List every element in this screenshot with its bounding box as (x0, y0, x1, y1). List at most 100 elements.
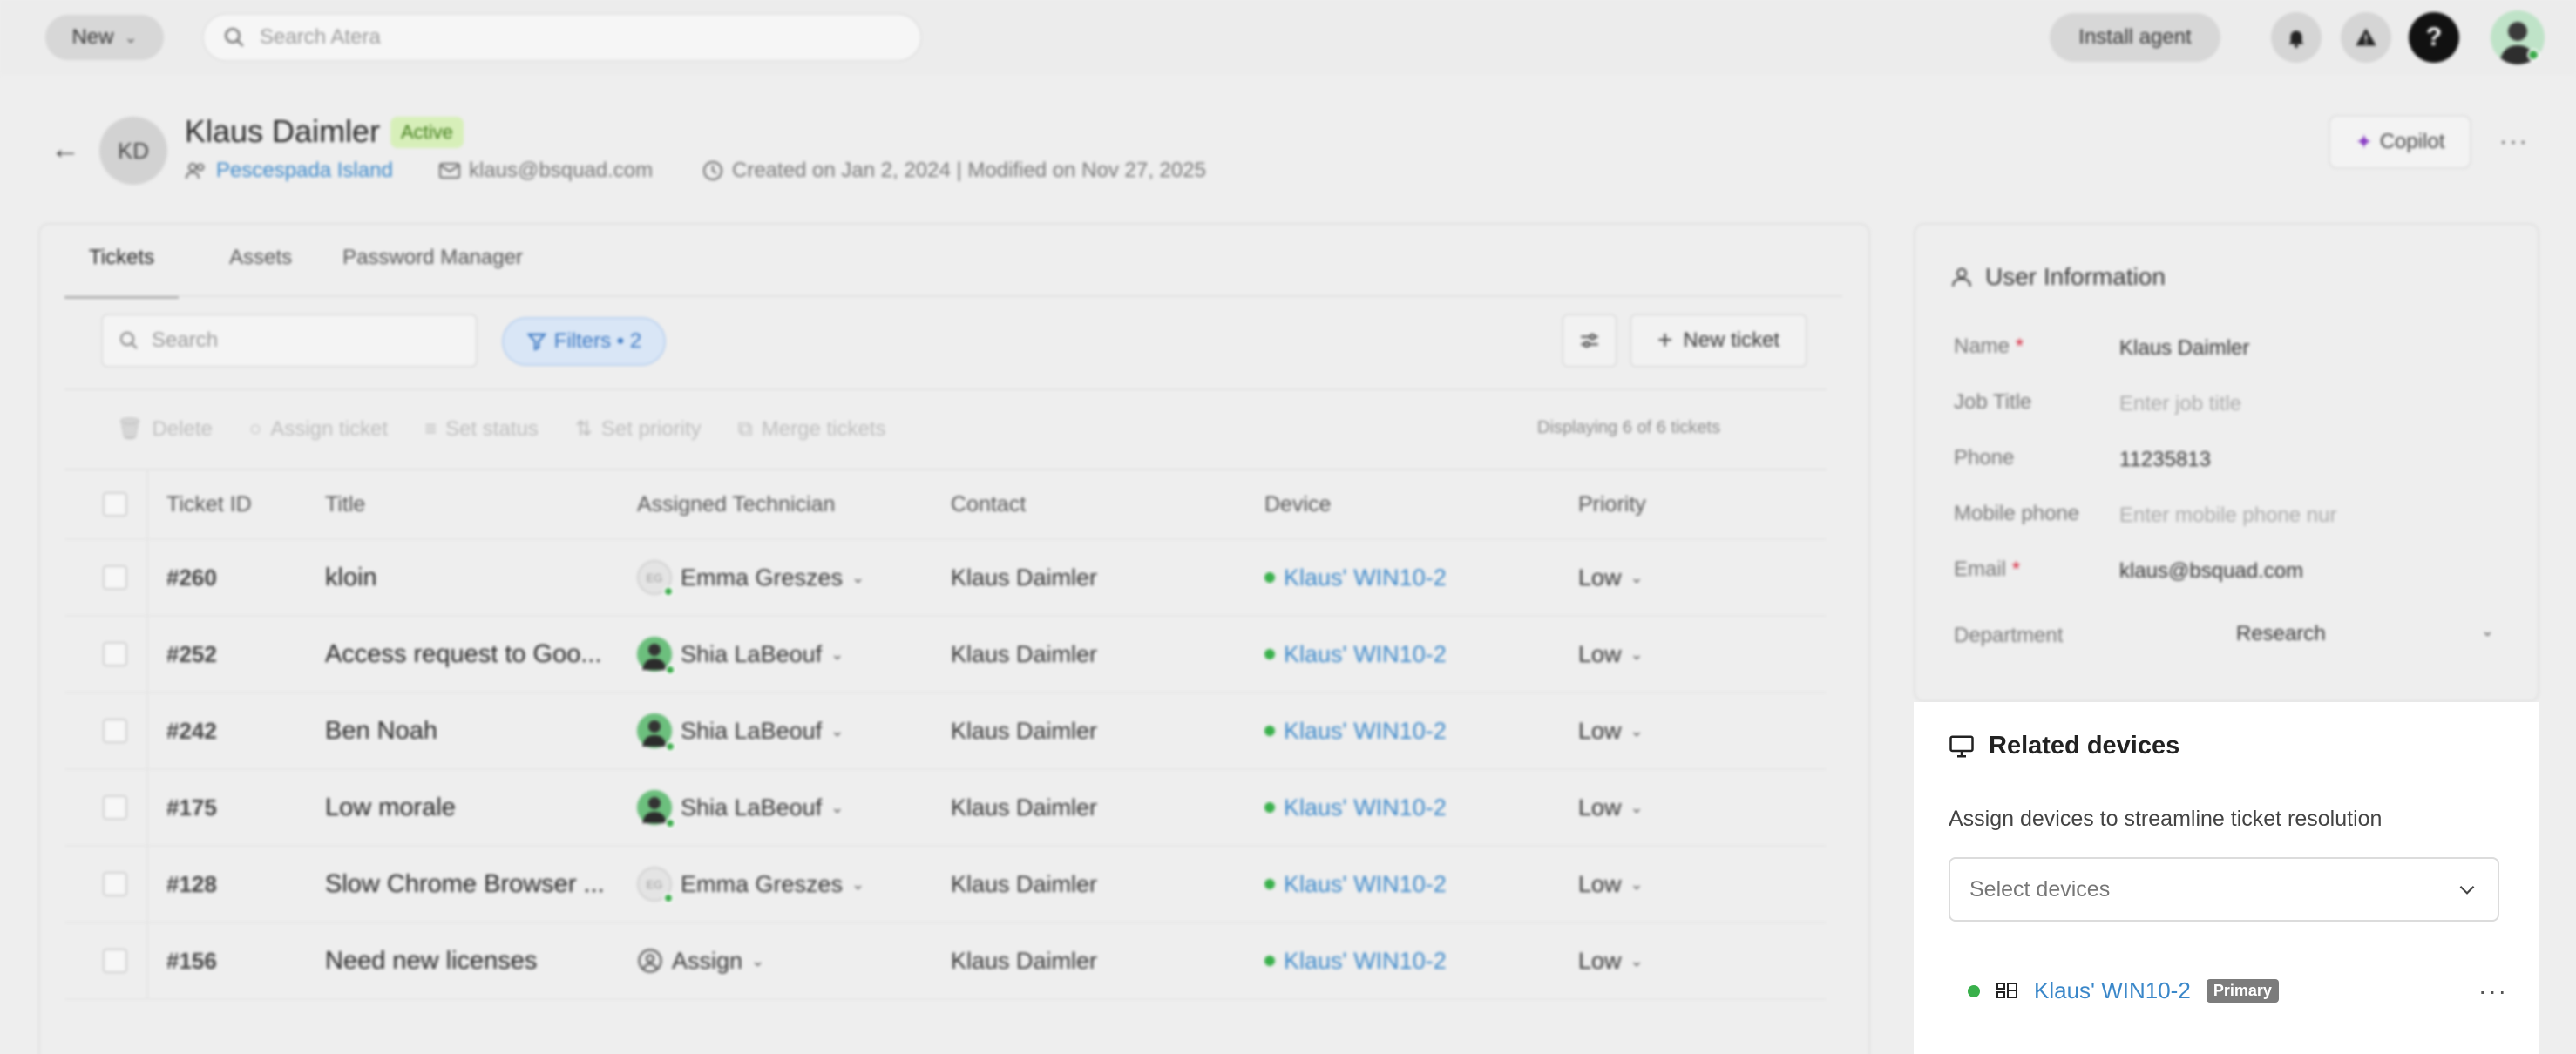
merge-tickets-action[interactable]: ⧉ Merge tickets (738, 416, 886, 442)
device-link[interactable]: Klaus' WIN10-2 (1284, 794, 1447, 821)
technician-name: Shia LaBeouf (681, 717, 823, 744)
phone-field[interactable]: 11235813 (2119, 448, 2211, 472)
technician-avatar (637, 637, 675, 675)
priority-select[interactable]: Low ⌄ (1578, 871, 1644, 898)
ticket-title[interactable]: Need new licenses (325, 947, 537, 976)
row-checkbox[interactable] (103, 949, 127, 973)
technician-select[interactable]: EG Emma Greszes ⌄ (637, 867, 864, 903)
table-row[interactable]: #252 Access request to Goo... Shia LaBeo… (64, 617, 1827, 693)
ticket-title[interactable]: Access request to Goo... (325, 640, 602, 669)
delete-action[interactable]: 🗑 Delete (117, 416, 213, 442)
chevron-down-icon: ⌄ (751, 951, 765, 970)
help-button[interactable]: ? (2409, 12, 2459, 63)
row-checkbox[interactable] (103, 795, 127, 820)
chevron-down-icon: ⌄ (830, 798, 844, 816)
ticket-id[interactable]: #242 (166, 718, 217, 745)
more-options-icon[interactable]: ··· (2478, 977, 2508, 1005)
device-link[interactable]: Klaus' WIN10-2 (1284, 564, 1447, 591)
divider (64, 388, 1827, 390)
global-search-input[interactable]: Search Atera (202, 13, 922, 62)
select-devices-dropdown[interactable]: Select devices (1949, 857, 2499, 922)
ticket-title[interactable]: kloin (325, 564, 377, 592)
priority-select[interactable]: Low ⌄ (1578, 564, 1644, 591)
device-link[interactable]: Klaus' WIN10-2 (1284, 871, 1447, 898)
job-title-field[interactable]: Enter job title (2119, 392, 2241, 416)
table-row[interactable]: #242 Ben Noah Shia LaBeouf ⌄ Klaus Daimle… (64, 693, 1827, 770)
name-field[interactable]: Klaus Daimler (2119, 336, 2249, 361)
ticket-id[interactable]: #175 (166, 794, 217, 821)
tab-assets[interactable]: Assets (229, 246, 292, 298)
technician-name: Emma Greszes (681, 870, 844, 897)
column-settings-button[interactable] (1562, 314, 1617, 368)
ticket-id[interactable]: #252 (166, 641, 217, 668)
priority-select[interactable]: Low ⌄ (1578, 641, 1644, 668)
customer-link[interactable]: Pescespada Island (216, 159, 393, 183)
related-devices-label: Related devices (1989, 732, 2180, 760)
email-field[interactable]: klaus@bsquad.com (2119, 559, 2303, 584)
priority-select[interactable]: Low ⌄ (1578, 718, 1644, 745)
filters-label: Filters • 2 (553, 329, 642, 353)
technician-select[interactable]: Shia LaBeouf ⌄ (637, 713, 844, 752)
priority-select[interactable]: Low ⌄ (1578, 794, 1644, 821)
tab-tickets[interactable]: Tickets (64, 246, 180, 298)
install-agent-button[interactable]: Install agent (2050, 13, 2220, 62)
technician-select[interactable]: Shia LaBeouf ⌄ (637, 637, 844, 675)
table-row[interactable]: #128 Slow Chrome Browser ... EG Emma Gres… (64, 847, 1827, 923)
ticket-title[interactable]: Ben Noah (325, 717, 437, 746)
notifications-button[interactable] (2271, 12, 2322, 63)
row-checkbox[interactable] (103, 565, 127, 590)
set-status-action[interactable]: ≡ Set status (424, 416, 539, 442)
device-link[interactable]: Klaus' WIN10-2 (1284, 718, 1447, 745)
related-device-link[interactable]: Klaus' WIN10-2 (2034, 977, 2191, 1004)
divider (146, 847, 148, 922)
more-options-icon[interactable]: ··· (2499, 127, 2529, 155)
set-priority-action[interactable]: ⇅ Set priority (575, 416, 702, 442)
technician-avatar (637, 790, 675, 828)
new-ticket-button[interactable]: + New ticket (1630, 314, 1807, 368)
ticket-id[interactable]: #128 (166, 871, 217, 898)
department-select[interactable]: Research ⌄ (2236, 622, 2494, 646)
col-assigned-technician[interactable]: Assigned Technician (637, 492, 835, 517)
divider (146, 617, 148, 692)
select-all-checkbox[interactable] (103, 492, 127, 517)
ticket-title[interactable]: Slow Chrome Browser ... (325, 870, 605, 899)
new-button[interactable]: New ⌄ (45, 15, 164, 60)
alerts-button[interactable] (2341, 12, 2391, 63)
priority-select[interactable]: Low ⌄ (1578, 948, 1644, 975)
col-ticket-id[interactable]: Ticket ID (166, 492, 252, 517)
table-row[interactable]: #175 Low morale Shia LaBeouf ⌄ Klaus Daim… (64, 770, 1827, 847)
device-link[interactable]: Klaus' WIN10-2 (1284, 641, 1447, 668)
col-priority[interactable]: Priority (1578, 492, 1646, 517)
filters-button[interactable]: Filters • 2 (502, 317, 666, 366)
back-arrow-icon[interactable]: ← (51, 132, 80, 166)
device-link[interactable]: Klaus' WIN10-2 (1284, 948, 1447, 975)
col-title[interactable]: Title (325, 492, 365, 517)
ticket-id[interactable]: #156 (166, 948, 217, 975)
technician-avatar: EG (637, 867, 674, 903)
technician-select[interactable]: Shia LaBeouf ⌄ (637, 790, 844, 828)
user-circle-icon: ○ (248, 416, 262, 441)
online-status-dot (665, 741, 675, 752)
contact-name: Klaus Daimler (951, 794, 1098, 821)
technician-select[interactable]: EG Emma Greszes ⌄ (637, 560, 864, 597)
device-online-dot (1264, 956, 1275, 966)
ticket-search-input[interactable]: Search (101, 314, 478, 368)
assign-ticket-action[interactable]: ○ Assign ticket (249, 416, 388, 442)
ticket-title[interactable]: Low morale (325, 794, 456, 822)
row-checkbox[interactable] (103, 642, 127, 666)
col-device[interactable]: Device (1264, 492, 1331, 517)
row-checkbox[interactable] (103, 719, 127, 743)
mail-icon (439, 163, 460, 179)
table-row[interactable]: #156 Need new licenses Assign ⌄ Klaus Dai… (64, 923, 1827, 1000)
ticket-id[interactable]: #260 (166, 564, 217, 591)
col-contact[interactable]: Contact (951, 492, 1026, 517)
copilot-button[interactable]: ✦ Copilot (2329, 115, 2471, 169)
mobile-phone-field[interactable]: Enter mobile phone nur (2119, 503, 2337, 528)
created-modified-text: Created on Jan 2, 2024 | Modified on Nov… (732, 159, 1206, 182)
user-information-title: User Information (1950, 263, 2166, 291)
customer-meta[interactable]: Pescespada Island (185, 159, 393, 183)
technician-select[interactable]: Assign ⌄ (637, 948, 764, 975)
tab-password-manager[interactable]: Password Manager (342, 246, 523, 298)
table-row[interactable]: #260 kloin EG Emma Greszes ⌄ Klaus Daimler… (64, 540, 1827, 617)
row-checkbox[interactable] (103, 872, 127, 896)
